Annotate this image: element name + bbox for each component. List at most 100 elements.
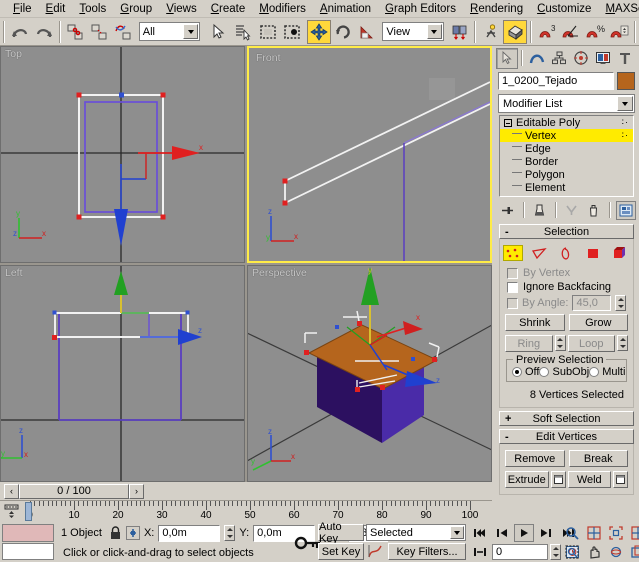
preview-option-off[interactable]: Off bbox=[512, 366, 539, 378]
by-angle-spinner[interactable] bbox=[615, 295, 626, 311]
zoom-region-button[interactable] bbox=[562, 543, 582, 561]
viewport-left[interactable]: z z x y Left bbox=[0, 265, 245, 482]
select-object-button[interactable] bbox=[206, 20, 230, 44]
zoom-extents-button[interactable] bbox=[606, 524, 626, 542]
display-tab[interactable] bbox=[592, 47, 614, 69]
next-frame-button[interactable] bbox=[536, 524, 556, 542]
mini-listener-output[interactable] bbox=[2, 524, 54, 542]
menu-item-graph-editors[interactable]: Graph Editors bbox=[378, 1, 463, 17]
stack-item-border[interactable]: Border bbox=[500, 155, 633, 168]
modifier-list-combo[interactable]: Modifier List bbox=[498, 94, 635, 113]
radio-icon[interactable] bbox=[512, 367, 522, 377]
selection-rollout-header[interactable]: - Selection bbox=[499, 224, 634, 239]
by-angle-checkbox[interactable] bbox=[507, 297, 518, 309]
set-key-button[interactable]: Set Key bbox=[318, 543, 364, 560]
stack-collapse-icon[interactable] bbox=[504, 118, 512, 127]
menu-item-file[interactable]: File bbox=[6, 1, 39, 17]
redo-button[interactable] bbox=[32, 20, 56, 44]
stack-item-edge[interactable]: Edge bbox=[500, 142, 633, 155]
show-end-result-button[interactable] bbox=[530, 201, 550, 220]
stack-item-polygon[interactable]: Polygon bbox=[500, 168, 633, 181]
element-selection-icon[interactable] bbox=[610, 245, 630, 261]
undo-button[interactable] bbox=[8, 20, 32, 44]
ring-button[interactable]: Ring bbox=[505, 335, 553, 352]
menu-item-modifiers[interactable]: Modifiers bbox=[252, 1, 313, 17]
edit-vertices-rollout-header[interactable]: - Edit Vertices bbox=[499, 429, 634, 444]
ignore-backfacing-checkbox[interactable] bbox=[507, 281, 518, 293]
remove-button[interactable]: Remove bbox=[505, 450, 565, 467]
menu-item-tools[interactable]: Tools bbox=[72, 1, 113, 17]
spinner-snap-toggle-button[interactable] bbox=[607, 20, 631, 44]
menu-item-views[interactable]: Views bbox=[159, 1, 203, 17]
keyboard-shortcut-override-button[interactable] bbox=[503, 19, 527, 44]
bind-to-space-warp-button[interactable] bbox=[111, 20, 135, 44]
edge-selection-icon[interactable] bbox=[530, 245, 550, 261]
vertex-selection-icon[interactable] bbox=[503, 245, 523, 261]
preview-option-subobj[interactable]: SubObj bbox=[539, 366, 589, 378]
modifier-stack-list[interactable]: Editable Poly ∶· Vertex ∶· Edge Border Polygon… bbox=[499, 115, 634, 197]
menu-item-group[interactable]: Group bbox=[113, 1, 159, 17]
x-coordinate-field[interactable]: 0,0m bbox=[158, 524, 221, 542]
chevron-down-icon-2[interactable] bbox=[426, 24, 442, 39]
weld-button[interactable]: Weld bbox=[567, 471, 611, 488]
select-and-scale-button[interactable] bbox=[355, 20, 379, 44]
use-pivot-point-center-button[interactable] bbox=[448, 20, 472, 44]
open-mini-curve-editor-button[interactable] bbox=[3, 503, 20, 520]
selection-set-combo[interactable]: Selected bbox=[366, 524, 466, 541]
by-vertex-row[interactable]: By Vertex bbox=[503, 266, 630, 280]
chevron-down-icon-4[interactable] bbox=[450, 526, 464, 539]
remove-modifier-button[interactable] bbox=[584, 201, 604, 220]
menu-item-maxscript[interactable]: MAXScript bbox=[598, 1, 639, 17]
select-and-manipulate-button[interactable] bbox=[479, 20, 503, 44]
menu-item-customize[interactable]: Customize bbox=[530, 1, 598, 17]
frame-number-spinner[interactable] bbox=[550, 544, 561, 560]
configure-modifier-sets-button[interactable] bbox=[615, 200, 636, 220]
create-tab[interactable] bbox=[496, 47, 518, 69]
extrude-button[interactable]: Extrude bbox=[505, 471, 549, 488]
pan-view-button[interactable] bbox=[584, 543, 604, 561]
maximize-viewport-toggle[interactable] bbox=[628, 543, 639, 561]
loop-spinner[interactable] bbox=[617, 335, 628, 351]
object-color-swatch[interactable] bbox=[617, 72, 635, 90]
ignore-backfacing-row[interactable]: Ignore Backfacing bbox=[503, 280, 630, 294]
menu-item-rendering[interactable]: Rendering bbox=[463, 1, 530, 17]
percent-snap-toggle-button[interactable]: % bbox=[583, 20, 607, 44]
x-spinner[interactable] bbox=[224, 525, 236, 541]
frame-number-field[interactable]: 0 bbox=[492, 544, 548, 560]
preview-option-multi[interactable]: Multi bbox=[589, 366, 625, 378]
viewport-front[interactable]: z x y Front bbox=[247, 46, 492, 263]
chevron-down-icon-3[interactable] bbox=[617, 96, 633, 111]
mini-listener-input[interactable] bbox=[2, 543, 54, 560]
shrink-button[interactable]: Shrink bbox=[505, 314, 565, 331]
next-frame-arrow[interactable]: › bbox=[129, 483, 144, 499]
make-unique-button[interactable] bbox=[562, 201, 582, 220]
by-angle-row[interactable]: By Angle: 45,0 bbox=[503, 294, 630, 312]
key-filters-button[interactable]: Key Filters... bbox=[388, 543, 466, 560]
zoom-extents-all-button[interactable] bbox=[628, 524, 639, 542]
reference-coordinate-system-combo[interactable]: View bbox=[382, 22, 444, 41]
select-by-name-button[interactable] bbox=[230, 20, 254, 44]
play-animation-button[interactable] bbox=[514, 524, 534, 542]
extrude-settings-button[interactable] bbox=[550, 471, 566, 488]
previous-frame-arrow[interactable]: ‹ bbox=[4, 483, 19, 499]
object-name-field[interactable]: 1_0200_Tejado bbox=[498, 72, 614, 90]
selection-filter-combo[interactable]: All bbox=[138, 22, 201, 41]
current-frame-display[interactable]: 0 / 100 bbox=[19, 483, 129, 499]
utilities-tab[interactable] bbox=[614, 47, 636, 69]
track-bar-ruler[interactable]: 1020304050607080901000 bbox=[22, 501, 492, 523]
loop-button[interactable]: Loop bbox=[567, 335, 615, 352]
pin-stack-button[interactable] bbox=[498, 201, 518, 220]
rectangular-selection-region-button[interactable] bbox=[257, 20, 281, 44]
soft-selection-rollout-header[interactable]: + Soft Selection bbox=[499, 411, 634, 426]
lock-selection-button[interactable] bbox=[109, 526, 122, 540]
window-crossing-button[interactable] bbox=[280, 20, 304, 44]
curve-editor-button[interactable] bbox=[367, 543, 384, 560]
stack-item-vertex[interactable]: Vertex ∶· bbox=[500, 129, 633, 142]
motion-tab[interactable] bbox=[570, 47, 592, 69]
angle-snap-toggle-button[interactable] bbox=[559, 20, 583, 44]
menu-item-animation[interactable]: Animation bbox=[313, 1, 378, 17]
modify-tab[interactable] bbox=[526, 47, 548, 69]
by-angle-field[interactable]: 45,0 bbox=[572, 295, 611, 311]
border-selection-icon[interactable] bbox=[557, 245, 577, 261]
previous-frame-button[interactable] bbox=[492, 524, 512, 542]
